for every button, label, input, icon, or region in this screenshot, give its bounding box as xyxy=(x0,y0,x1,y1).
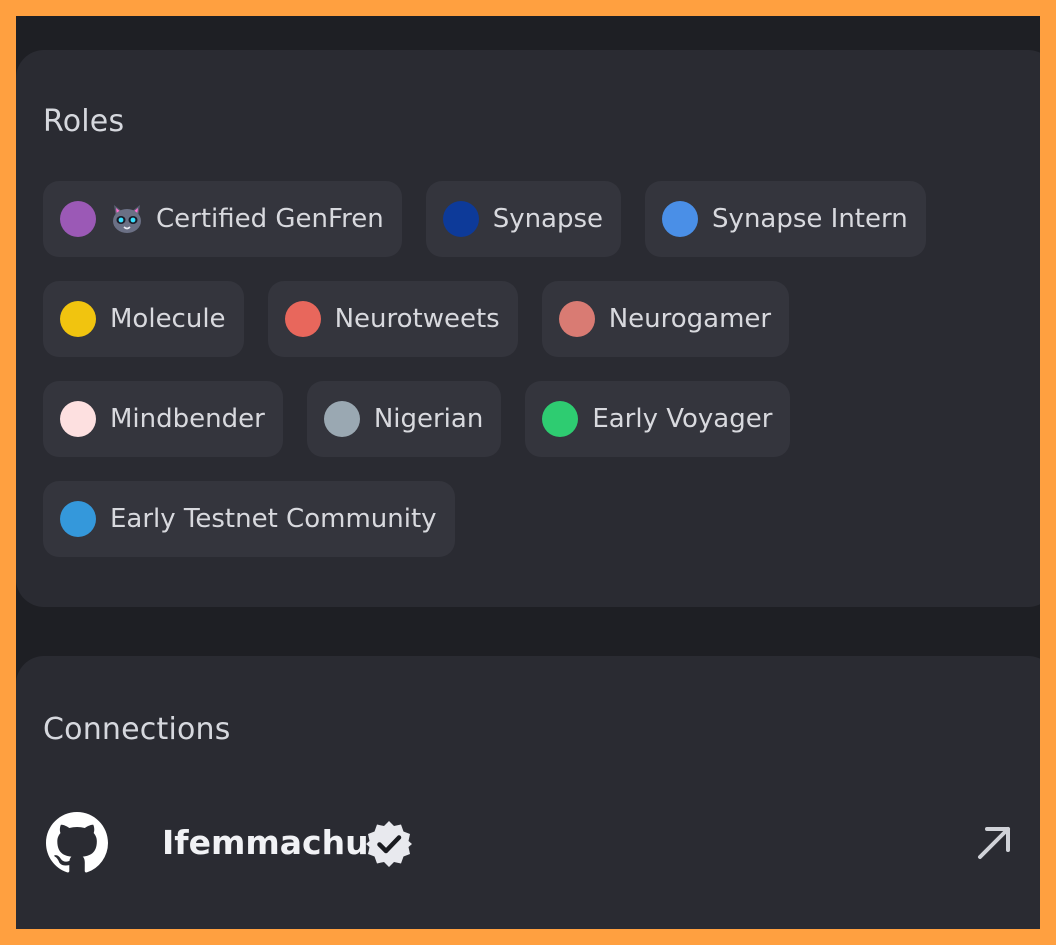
role-color-dot xyxy=(284,301,321,337)
role-label: Molecule xyxy=(110,304,226,334)
role-chip-nigerian[interactable]: Nigerian xyxy=(306,381,502,457)
roles-row: Certified GenFren Synapse Synapse Intern xyxy=(43,181,1023,257)
role-label: Neurotweets xyxy=(334,304,500,334)
role-color-dot xyxy=(662,201,699,237)
role-label: Certified GenFren xyxy=(156,204,384,234)
role-color-dot xyxy=(60,201,96,237)
roles-list: Certified GenFren Synapse Synapse Intern… xyxy=(43,181,1023,581)
role-chip-molecule[interactable]: Molecule xyxy=(43,281,244,357)
role-label: Neurogamer xyxy=(608,304,772,334)
role-chip-mindbender[interactable]: Mindbender xyxy=(43,381,283,457)
role-chip-early-testnet-community[interactable]: Early Testnet Community xyxy=(43,481,455,557)
roles-title: Roles xyxy=(43,104,125,139)
role-color-dot xyxy=(558,301,595,337)
role-label: Nigerian xyxy=(373,404,484,434)
roles-card: Roles Certified GenFren Synapse Synapse … xyxy=(16,50,1040,607)
connections-card: Connections Ifemmachu xyxy=(16,656,1040,929)
roles-row: Molecule Neurotweets Neurogamer xyxy=(43,281,1023,357)
role-label: Mindbender xyxy=(110,404,265,434)
roles-row: Early Testnet Community xyxy=(43,481,1023,557)
roles-row: Mindbender Nigerian Early Voyager xyxy=(43,381,1023,457)
connections-title: Connections xyxy=(43,712,231,747)
external-link-icon[interactable] xyxy=(972,821,1016,865)
role-color-dot xyxy=(323,401,360,437)
verified-badge-icon xyxy=(366,821,412,867)
role-chip-certified-genfren[interactable]: Certified GenFren xyxy=(43,181,402,257)
profile-panel: Roles Certified GenFren Synapse Synapse … xyxy=(16,16,1040,929)
role-color-dot xyxy=(542,401,579,437)
role-color-dot xyxy=(60,401,96,437)
connection-account-name: Ifemmachu xyxy=(162,823,369,862)
role-label: Early Voyager xyxy=(592,404,773,434)
role-chip-neurogamer[interactable]: Neurogamer xyxy=(541,281,790,357)
role-color-dot xyxy=(442,201,479,237)
role-chip-synapse-intern[interactable]: Synapse Intern xyxy=(645,181,926,257)
role-color-dot xyxy=(60,301,96,337)
role-label: Synapse Intern xyxy=(712,204,908,234)
cat-face-icon xyxy=(113,205,141,233)
role-chip-early-voyager[interactable]: Early Voyager xyxy=(525,381,791,457)
role-label: Synapse xyxy=(492,204,604,234)
connection-item-github[interactable]: Ifemmachu xyxy=(46,811,1016,875)
role-chip-synapse[interactable]: Synapse xyxy=(425,181,622,257)
role-label: Early Testnet Community xyxy=(110,504,437,534)
role-color-dot xyxy=(60,501,96,537)
role-chip-neurotweets[interactable]: Neurotweets xyxy=(267,281,518,357)
github-icon xyxy=(46,812,108,873)
